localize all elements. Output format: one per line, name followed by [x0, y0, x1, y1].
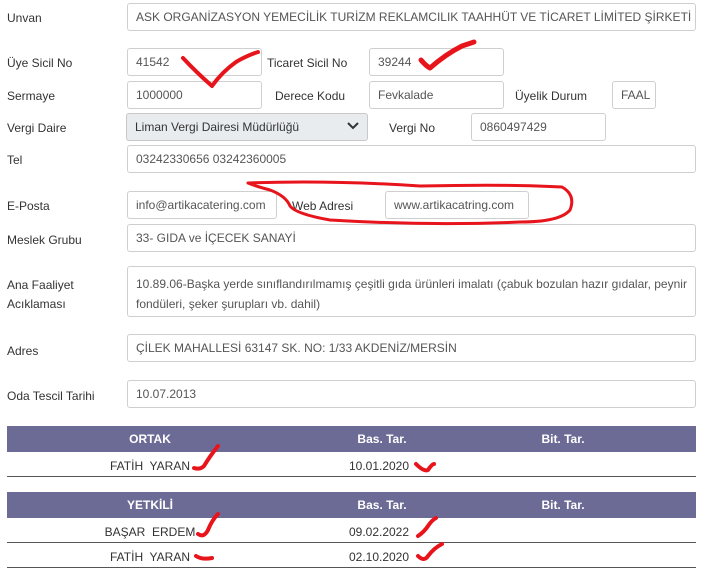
ortak-name-cell: FATİH YARAN [109, 459, 191, 473]
table-row: FATİH YARAN 02.10.2020 [7, 545, 696, 568]
adres-field[interactable]: ÇİLEK MAHALLESİ 63147 SK. NO: 1/33 AKDEN… [127, 334, 696, 362]
vergi-no-field[interactable]: 0860497429 [471, 113, 606, 141]
meslek-grubu-field[interactable]: 33- GIDA ve İÇECEK SANAYİ [127, 224, 696, 252]
adres-label: Adres [7, 344, 39, 358]
meslek-grubu-label: Meslek Grubu [7, 233, 82, 247]
ana-faaliyet-label-line1: Ana Faaliyet [7, 278, 74, 292]
oda-tescil-tarihi-field[interactable]: 10.07.2013 [127, 380, 696, 408]
bas-tar-header: Bas. Tar. [357, 498, 407, 512]
yetkili-table-header: YETKİLİ Bas. Tar. Bit. Tar. [7, 492, 696, 518]
sermaye-label: Sermaye [7, 89, 56, 103]
bas-tar-cell: 02.10.2020 [348, 550, 410, 564]
yetkili-header: YETKİLİ [126, 498, 174, 512]
vergi-daire-label: Vergi Daire [7, 121, 67, 135]
uye-sicil-no-field[interactable]: 41542 [127, 48, 262, 76]
table-row: BAŞAR ERDEM 09.02.2022 [7, 520, 696, 543]
ortak-header: ORTAK [129, 432, 171, 446]
unvan-field[interactable]: ASK ORGANİZASYON YEMECİLİK TURİZM REKLAM… [127, 3, 696, 31]
derece-kodu-label: Derece Kodu [275, 89, 346, 103]
yetkili-name-cell: BAŞAR ERDEM [104, 525, 196, 539]
derece-kodu-field[interactable]: Fevkalade [369, 81, 504, 109]
bit-tar-header: Bit. Tar. [541, 432, 585, 446]
tel-field[interactable]: 03242330656 03242360005 [127, 145, 696, 173]
uyelik-durum-field[interactable]: FAAL [612, 81, 656, 109]
eposta-field[interactable]: info@artikacatering.com [127, 191, 277, 219]
ortak-table-header: ORTAK Bas. Tar. Bit. Tar. [7, 426, 696, 452]
sermaye-field[interactable]: 1000000 [127, 81, 262, 109]
bas-tar-cell: 10.01.2020 [348, 459, 410, 473]
uyelik-durum-label: Üyelik Durum [515, 89, 588, 103]
vergi-daire-select[interactable]: Liman Vergi Dairesi Müdürlüğü [126, 113, 368, 141]
ticaret-sicil-no-field[interactable]: 39244 [369, 48, 504, 76]
ticaret-sicil-no-label: Ticaret Sicil No [267, 56, 348, 70]
uye-sicil-no-label: Üye Sicil No [7, 56, 73, 70]
table-row: FATİH YARAN 10.01.2020 [7, 454, 696, 477]
vergi-no-label: Vergi No [389, 121, 436, 135]
oda-tescil-tarihi-label: Oda Tescil Tarihi [7, 389, 95, 403]
bit-tar-header: Bit. Tar. [541, 498, 585, 512]
ana-faaliyet-label-line2: Acıklaması [7, 297, 66, 311]
yetkili-name-cell: FATİH YARAN [109, 550, 191, 564]
tel-label: Tel [7, 153, 23, 167]
vergi-daire-selected-value: Liman Vergi Dairesi Müdürlüğü [135, 120, 300, 134]
bas-tar-cell: 09.02.2022 [348, 525, 410, 539]
web-adresi-label: Web Adresi [292, 199, 354, 213]
ana-faaliyet-field[interactable]: 10.89.06-Başka yerde sınıflandırılmamış … [127, 266, 696, 317]
bas-tar-header: Bas. Tar. [357, 432, 407, 446]
unvan-label: Unvan [7, 11, 42, 25]
eposta-label: E-Posta [7, 199, 50, 213]
chevron-down-icon [347, 121, 359, 133]
web-adresi-field[interactable]: www.artikacatring.com [385, 191, 529, 219]
